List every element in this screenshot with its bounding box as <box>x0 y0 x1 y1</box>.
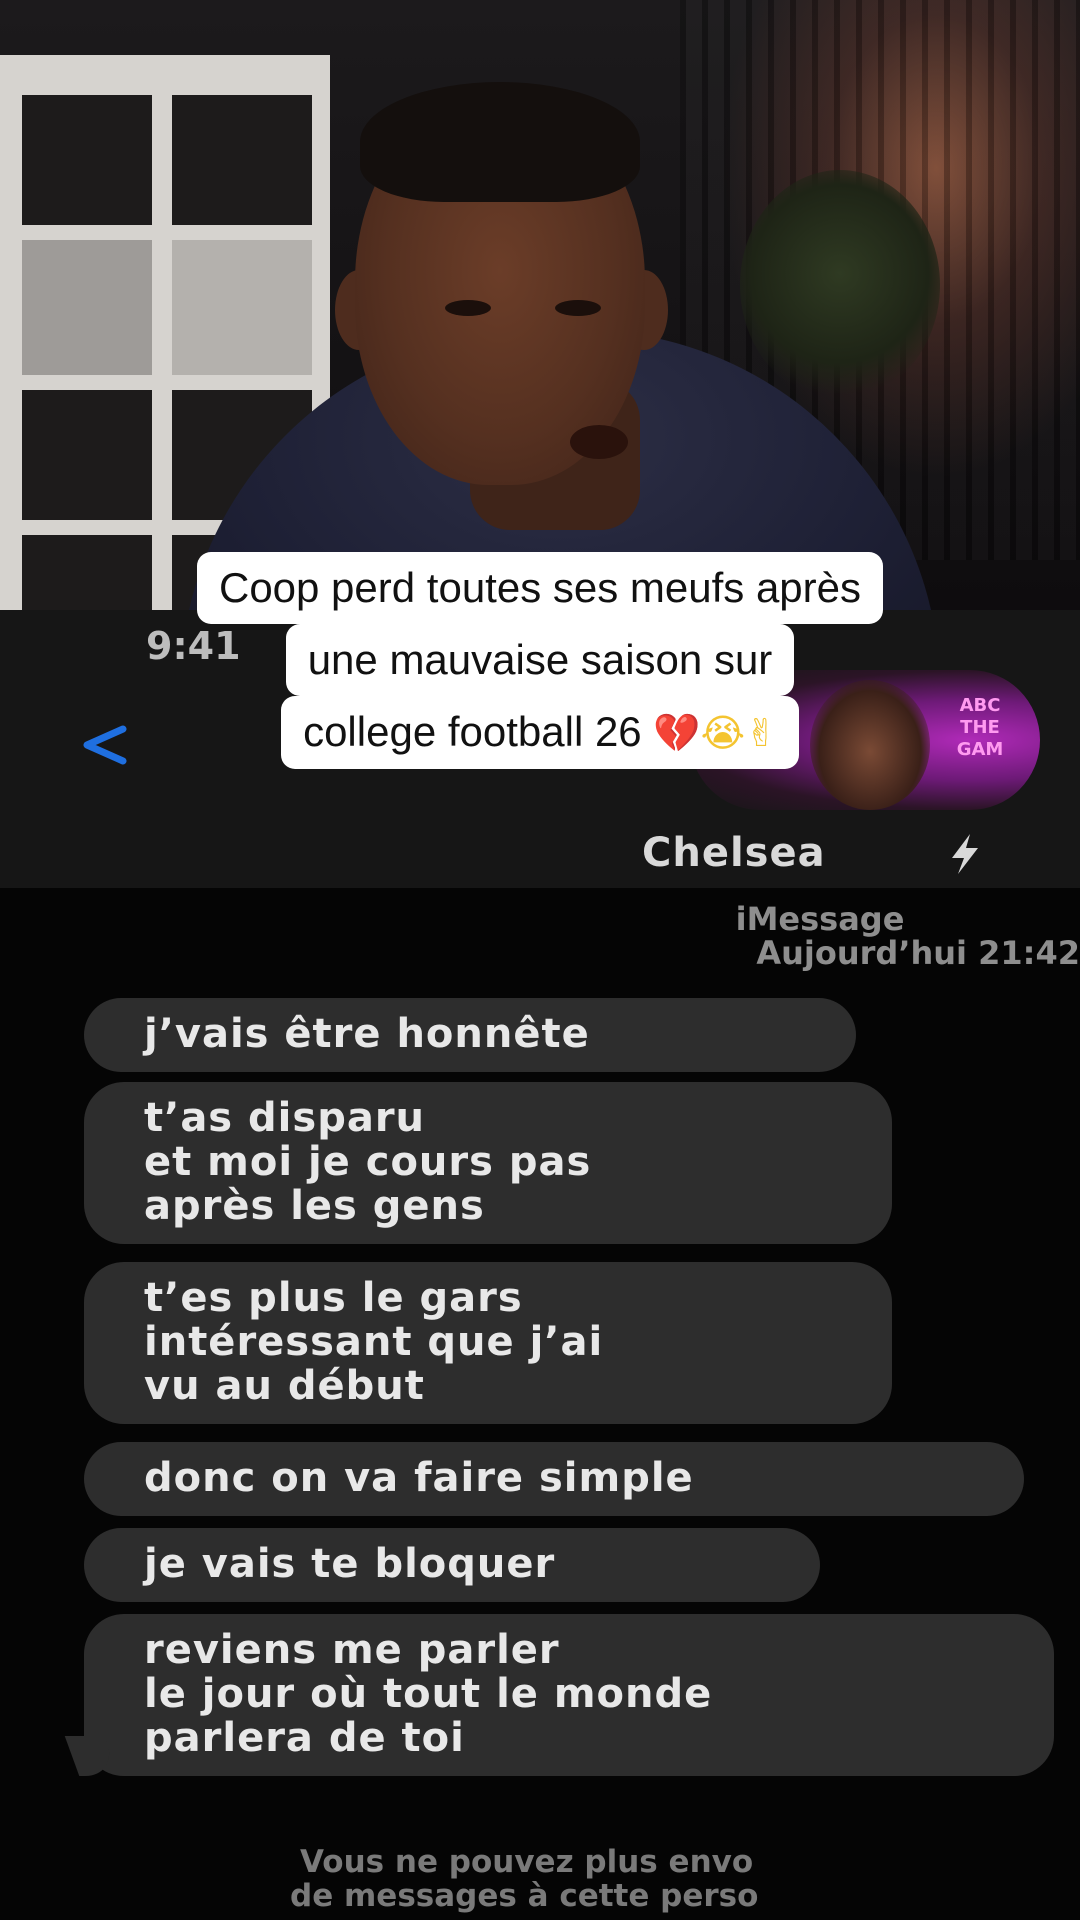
webcam-video <box>0 0 1080 610</box>
caption-text: college football 26 <box>303 708 654 755</box>
shelf-bin <box>172 240 312 375</box>
contact-name[interactable]: Chelsea <box>642 830 826 876</box>
caption-line: Coop perd toutes ses meufs après <box>196 552 884 624</box>
conversation-meta: iMessage Aujourd’hui 21:42 <box>560 902 1080 970</box>
person-eye <box>445 300 491 316</box>
blocked-notice-line: Vous ne pouvez plus envo <box>300 1844 754 1880</box>
message-bubble[interactable]: t’es plus le gars intéressant que j’ai v… <box>84 1262 892 1424</box>
blocked-notice: Vous ne pouvez plus envo de messages à c… <box>290 1844 1080 1913</box>
shelf-cell <box>22 390 152 520</box>
victory-hand-emoji: ✌ <box>745 711 777 755</box>
message-bubble[interactable]: t’as disparu et moi je cours pas après l… <box>84 1082 892 1244</box>
person-eye <box>555 300 601 316</box>
message-bubble[interactable]: j’vais être honnête <box>84 998 856 1072</box>
person-hair <box>360 82 640 202</box>
message-bubble[interactable]: je vais te bloquer <box>84 1528 820 1602</box>
imessage-screen: 9:41 ABC THE GAM Chelsea iMessage Aujour… <box>0 610 1080 1920</box>
blocked-notice-line: de messages à cette perso <box>290 1878 759 1914</box>
message-bubble[interactable]: reviens me parler le jour où tout le mon… <box>84 1614 1054 1776</box>
broken-heart-emoji: 💔 <box>653 711 701 755</box>
lightning-bolt-icon <box>952 834 978 874</box>
video-caption: Coop perd toutes ses meufs après une mau… <box>0 552 1080 769</box>
shelf-cell <box>22 95 152 225</box>
caption-line: college football 26 💔😭✌ <box>281 696 799 769</box>
timestamp: Aujourd’hui 21:42 <box>756 934 1080 972</box>
message-bubble[interactable]: donc on va faire simple <box>84 1442 1024 1516</box>
shelf-bin <box>22 240 152 375</box>
caption-line: une mauvaise saison sur <box>285 624 795 696</box>
service-label: iMessage <box>735 900 905 938</box>
shelf-cell <box>172 95 312 225</box>
video-frame: 9:41 ABC THE GAM Chelsea iMessage Aujour… <box>0 0 1080 1920</box>
crying-face-emoji: 😭 <box>700 711 746 755</box>
plant <box>740 170 940 400</box>
person-mouth <box>570 425 628 459</box>
